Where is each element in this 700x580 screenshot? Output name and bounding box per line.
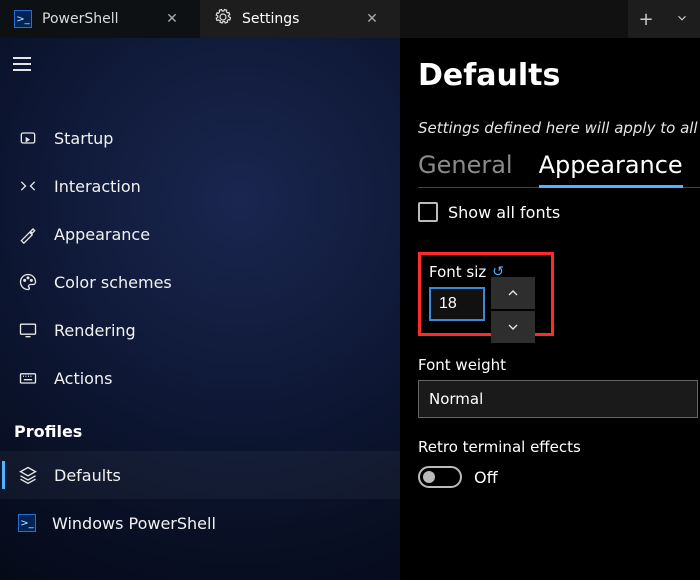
tab-general[interactable]: General bbox=[418, 151, 513, 187]
nav-label: Interaction bbox=[54, 177, 141, 196]
title-bar: >_ PowerShell ✕ Settings ✕ + bbox=[0, 0, 700, 38]
profile-defaults[interactable]: Defaults bbox=[0, 451, 400, 499]
decrement-button[interactable] bbox=[491, 311, 535, 343]
rendering-icon bbox=[18, 320, 38, 340]
keyboard-icon bbox=[18, 368, 38, 388]
close-icon[interactable]: ✕ bbox=[358, 11, 386, 27]
checkbox-icon[interactable] bbox=[418, 202, 438, 222]
powershell-icon: >_ bbox=[14, 10, 32, 28]
font-weight-label: Font weight bbox=[418, 356, 700, 374]
font-size-spinner bbox=[491, 277, 535, 345]
gear-icon bbox=[214, 8, 232, 30]
nav-label: Appearance bbox=[54, 225, 150, 244]
hamburger-button[interactable] bbox=[0, 44, 44, 84]
profile-windows-powershell[interactable]: >_ Windows PowerShell bbox=[0, 499, 400, 547]
close-icon[interactable]: ✕ bbox=[158, 11, 186, 27]
toggle-state: Off bbox=[474, 468, 498, 487]
show-all-fonts-row[interactable]: Show all fonts bbox=[418, 202, 700, 222]
font-size-block: Font siz ↺ bbox=[418, 252, 554, 336]
profiles-header: Profiles bbox=[0, 402, 400, 451]
page-title: Defaults bbox=[418, 58, 700, 93]
appearance-icon bbox=[18, 224, 38, 244]
palette-icon bbox=[18, 272, 38, 292]
nav-rendering[interactable]: Rendering bbox=[0, 306, 400, 354]
font-size-input[interactable] bbox=[429, 287, 485, 321]
nav-interaction[interactable]: Interaction bbox=[0, 162, 400, 210]
nav-color-schemes[interactable]: Color schemes bbox=[0, 258, 400, 306]
font-weight-block: Font weight Normal bbox=[418, 356, 700, 418]
nav-list: Startup Interaction Appearance Color sch… bbox=[0, 114, 400, 402]
nav-appearance[interactable]: Appearance bbox=[0, 210, 400, 258]
nav-label: Defaults bbox=[54, 466, 121, 485]
tab-appearance[interactable]: Appearance bbox=[539, 151, 683, 187]
layers-icon bbox=[18, 465, 38, 485]
page-subtitle: Settings defined here will apply to all … bbox=[418, 119, 700, 137]
interaction-icon bbox=[18, 176, 38, 196]
content-panel: Defaults Settings defined here will appl… bbox=[400, 38, 700, 580]
nav-label: Actions bbox=[54, 369, 112, 388]
tab-label: PowerShell bbox=[42, 11, 148, 27]
new-tab-button[interactable]: + bbox=[628, 9, 664, 30]
nav-startup[interactable]: Startup bbox=[0, 114, 400, 162]
powershell-icon: >_ bbox=[18, 514, 36, 532]
nav-label: Startup bbox=[54, 129, 113, 148]
nav-label: Windows PowerShell bbox=[52, 514, 216, 533]
tab-label: Settings bbox=[242, 11, 348, 27]
content-tabs: General Appearance bbox=[418, 151, 700, 188]
retro-label: Retro terminal effects bbox=[418, 438, 700, 456]
tab-actions: + bbox=[628, 0, 700, 38]
retro-block: Retro terminal effects Off bbox=[418, 438, 700, 488]
checkbox-label: Show all fonts bbox=[448, 203, 560, 222]
startup-icon bbox=[18, 128, 38, 148]
tab-dropdown-button[interactable] bbox=[664, 9, 700, 30]
tab-powershell[interactable]: >_ PowerShell ✕ bbox=[0, 0, 200, 38]
font-weight-select[interactable]: Normal bbox=[418, 380, 698, 418]
increment-button[interactable] bbox=[491, 277, 535, 309]
nav-label: Rendering bbox=[54, 321, 136, 340]
tab-settings[interactable]: Settings ✕ bbox=[200, 0, 400, 38]
sidebar: Startup Interaction Appearance Color sch… bbox=[0, 38, 400, 580]
nav-actions[interactable]: Actions bbox=[0, 354, 400, 402]
retro-toggle[interactable] bbox=[418, 466, 462, 488]
nav-label: Color schemes bbox=[54, 273, 172, 292]
